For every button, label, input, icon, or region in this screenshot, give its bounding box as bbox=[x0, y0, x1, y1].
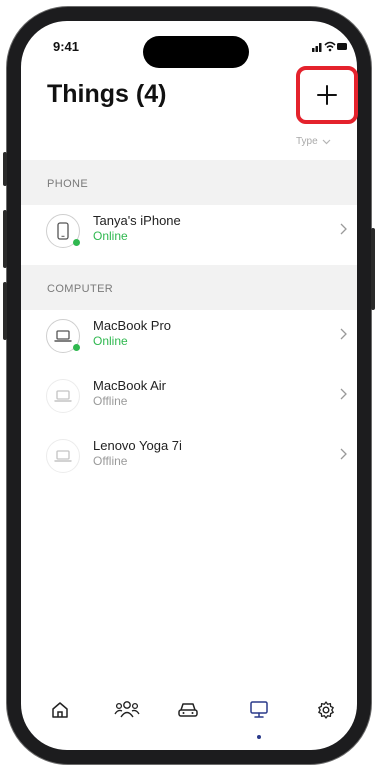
phone-side-button bbox=[3, 282, 7, 340]
device-name: MacBook Air bbox=[93, 378, 166, 393]
plus-icon bbox=[317, 85, 337, 105]
device-name: MacBook Pro bbox=[93, 318, 172, 333]
tab-settings[interactable] bbox=[306, 690, 346, 730]
laptop-icon bbox=[54, 450, 72, 462]
online-dot bbox=[73, 344, 80, 351]
device-row-tanyas-iphone[interactable]: Tanya's iPhone Online bbox=[21, 205, 357, 257]
device-status: Online bbox=[93, 229, 128, 243]
device-status: Offline bbox=[93, 454, 128, 468]
online-dot bbox=[73, 239, 80, 246]
device-row-macbook-pro[interactable]: MacBook Pro Online bbox=[21, 310, 357, 362]
wifi-icon bbox=[324, 41, 336, 49]
battery-icon bbox=[337, 43, 347, 50]
device-icon-wrap bbox=[46, 439, 80, 473]
phone-side-button bbox=[3, 210, 7, 268]
phone-side-button bbox=[371, 228, 375, 310]
status-icons bbox=[312, 41, 347, 52]
chevron-right-icon bbox=[340, 223, 347, 235]
device-status: Offline bbox=[93, 394, 128, 408]
signal-icon bbox=[312, 43, 322, 52]
car-icon bbox=[178, 703, 198, 717]
device-icon-wrap bbox=[46, 319, 80, 353]
phone-icon bbox=[57, 222, 69, 240]
tab-devices[interactable] bbox=[239, 690, 279, 730]
device-status: Online bbox=[93, 334, 128, 348]
devices-icon bbox=[250, 701, 268, 718]
section-label-computer: COMPUTER bbox=[47, 283, 114, 295]
add-thing-button[interactable] bbox=[300, 70, 354, 120]
settings-icon bbox=[318, 701, 334, 719]
laptop-icon bbox=[54, 330, 72, 342]
device-name: Lenovo Yoga 7i bbox=[93, 438, 182, 453]
sort-type-dropdown[interactable]: Type bbox=[296, 136, 331, 147]
tab-people[interactable] bbox=[107, 690, 147, 730]
status-time: 9:41 bbox=[53, 39, 80, 54]
chevron-right-icon bbox=[340, 388, 347, 400]
chevron-right-icon bbox=[340, 448, 347, 460]
device-icon-wrap bbox=[46, 214, 80, 248]
home-icon bbox=[52, 702, 68, 718]
device-row-lenovo-yoga-7i[interactable]: Lenovo Yoga 7i Offline bbox=[21, 430, 357, 482]
dynamic-island bbox=[143, 36, 249, 68]
tab-car[interactable] bbox=[168, 690, 208, 730]
device-name: Tanya's iPhone bbox=[93, 213, 181, 228]
page-title: Things (4) bbox=[47, 80, 167, 108]
tab-bar bbox=[21, 690, 357, 734]
highlight-box bbox=[296, 66, 358, 124]
people-icon bbox=[114, 701, 140, 718]
chevron-down-icon bbox=[322, 139, 331, 144]
active-tab-indicator bbox=[257, 735, 261, 739]
device-row-macbook-air[interactable]: MacBook Air Offline bbox=[21, 370, 357, 422]
chevron-right-icon bbox=[340, 328, 347, 340]
phone-side-button bbox=[3, 152, 7, 186]
device-icon-wrap bbox=[46, 379, 80, 413]
sort-label: Type bbox=[296, 136, 318, 147]
section-label-phone: PHONE bbox=[47, 178, 89, 190]
tab-home[interactable] bbox=[40, 690, 80, 730]
laptop-icon bbox=[54, 390, 72, 402]
